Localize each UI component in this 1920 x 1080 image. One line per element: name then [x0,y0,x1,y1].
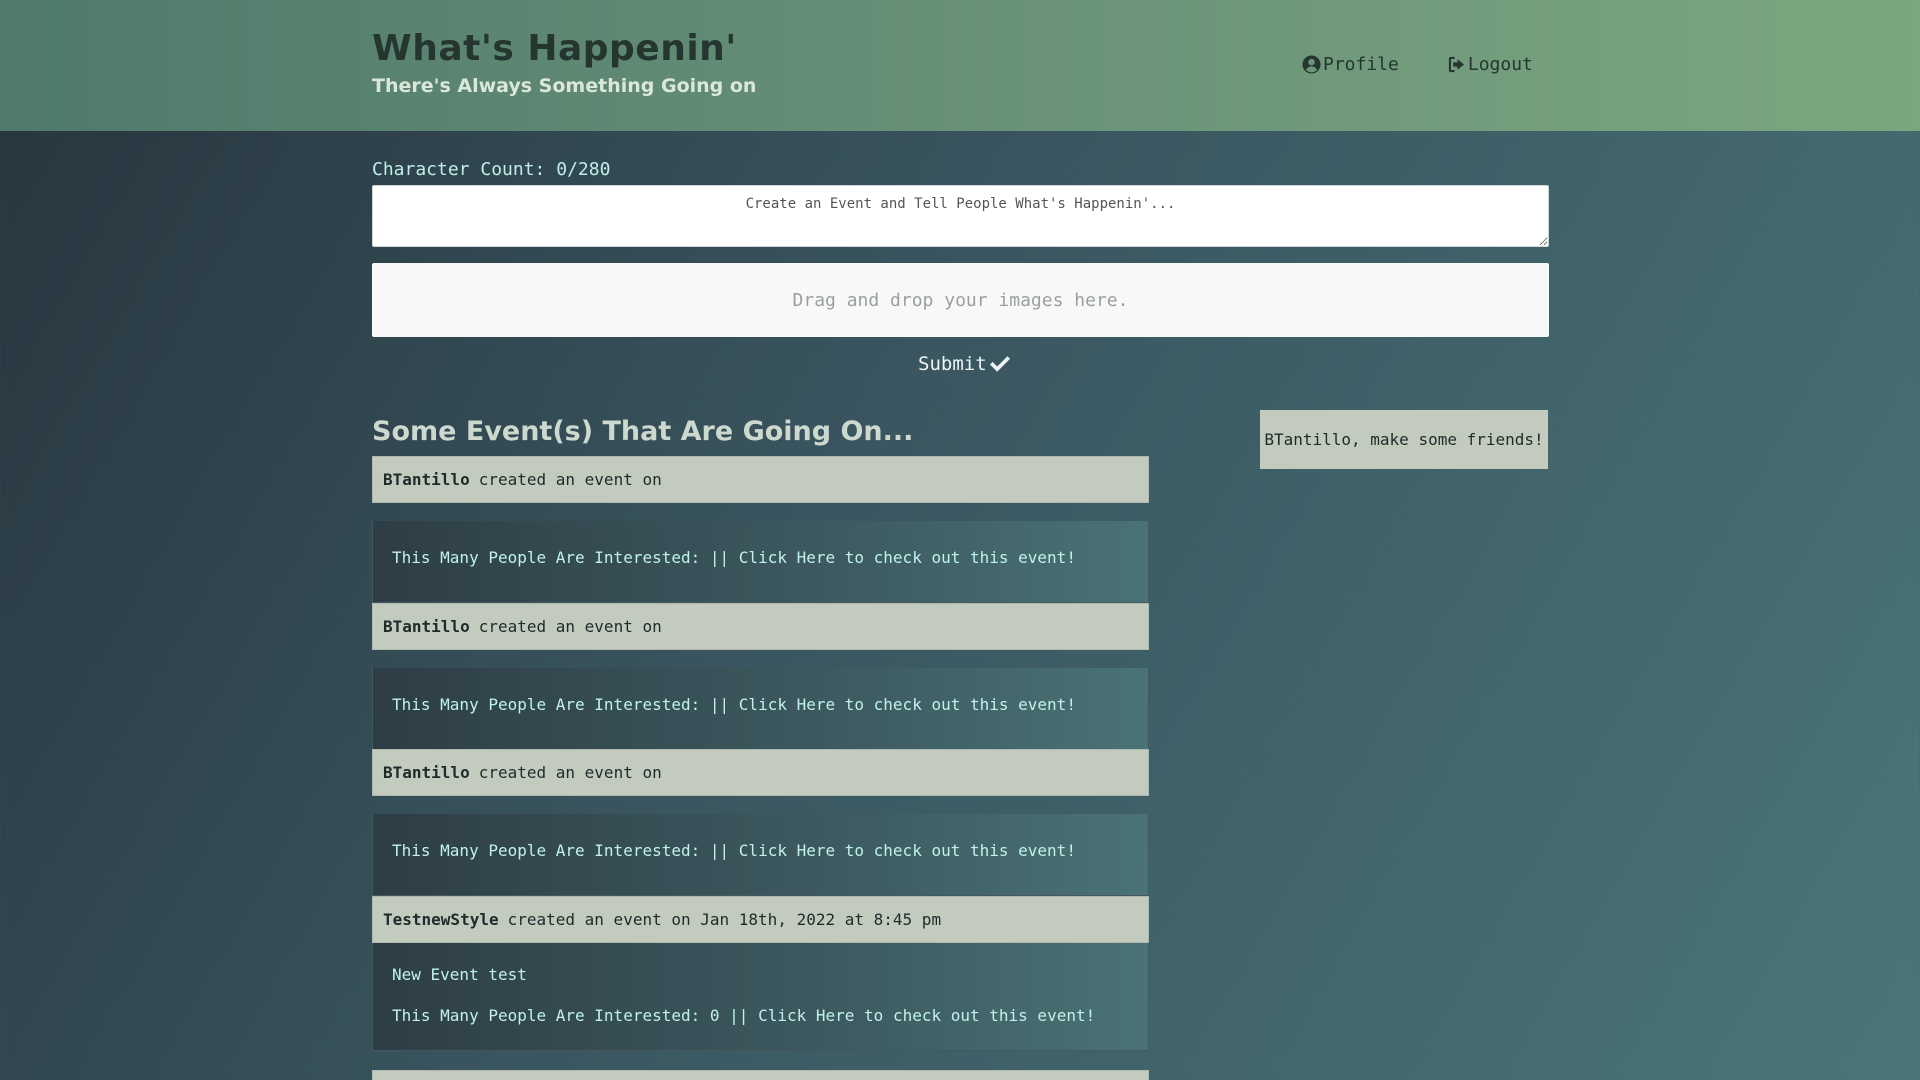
feed-heading: Some Event(s) That Are Going On... [372,416,914,447]
interest-label: This Many People Are Interested: [392,841,701,860]
event-link[interactable]: Click Here to check out this event! [739,695,1076,714]
dropzone-text: Drag and drop your images here. [792,289,1129,311]
event-card-header [372,1070,1149,1080]
interest-count: 0 [709,1006,720,1025]
character-count: Character Count: 0/280 [372,159,611,180]
profile-label: Profile [1323,54,1399,75]
event-link[interactable]: Click Here to check out this event! [739,841,1076,860]
interest-separator: || [729,1006,749,1025]
logout-link[interactable]: Logout [1447,54,1533,75]
event-card-header: TestnewStyle created an event on Jan 18t… [372,896,1149,943]
event-description [392,814,1129,834]
interest-separator: || [709,548,730,567]
event-description: New Event test [392,965,527,984]
profile-link[interactable]: Profile [1302,54,1399,75]
event-card-header: BTantillo created an event on [372,603,1149,650]
site-header: What's Happenin' There's Always Somethin… [0,0,1920,131]
event-card-header: BTantillo created an event on [372,456,1149,503]
interest-separator: || [709,841,730,860]
event-link[interactable]: Click Here to check out this event! [758,1006,1095,1025]
event-card-body: This Many People Are Interested: || Clic… [372,521,1149,603]
submit-button[interactable]: Submit [918,353,1011,375]
event-interest-line: This Many People Are Interested: || Clic… [392,548,1129,567]
event-meta: created an event on [478,617,662,636]
event-interest-line: This Many People Are Interested: 0 || Cl… [392,1006,1129,1025]
event-card-header: BTantillo created an event on [372,749,1149,796]
event-user[interactable]: BTantillo [383,470,470,489]
event-description [392,668,1129,688]
friends-panel: BTantillo, make some friends! [1260,410,1548,469]
image-dropzone[interactable]: Drag and drop your images here. [372,263,1549,337]
user-circle-icon [1302,55,1321,74]
event-text-input[interactable] [372,185,1549,247]
site-title: What's Happenin' [372,28,737,69]
event-interest-line: This Many People Are Interested: || Clic… [392,841,1129,860]
event-card-body: New Event test This Many People Are Inte… [372,943,1149,1051]
event-user[interactable]: BTantillo [383,617,470,636]
top-nav: Profile Logout [1302,54,1533,75]
event-link[interactable]: Click Here to check out this event! [739,548,1076,567]
event-meta: created an event on [478,470,662,489]
event-card: BTantillo created an event on This Many … [372,603,1149,750]
event-card-body: This Many People Are Interested: || Clic… [372,814,1149,896]
check-icon [989,356,1010,372]
interest-label: This Many People Are Interested: [392,1006,701,1025]
event-card: BTantillo created an event on This Many … [372,749,1149,896]
event-description [392,521,1129,541]
site-subtitle: There's Always Something Going on [372,75,757,97]
event-meta: created an event on Jan 18th, 2022 at 8:… [507,910,942,929]
logout-label: Logout [1467,54,1533,75]
event-user[interactable]: BTantillo [383,763,470,782]
event-card: BTantillo created an event on This Many … [372,456,1149,603]
interest-separator: || [709,695,730,714]
sign-out-icon [1448,56,1464,73]
event-card: TestnewStyle created an event on Jan 18t… [372,896,1149,1051]
event-meta: created an event on [478,763,662,782]
event-user[interactable]: TestnewStyle [383,910,499,929]
interest-label: This Many People Are Interested: [392,548,701,567]
submit-label: Submit [918,353,987,375]
interest-label: This Many People Are Interested: [392,695,701,714]
event-card-body: This Many People Are Interested: || Clic… [372,668,1149,750]
brand: What's Happenin' There's Always Somethin… [372,28,756,97]
event-card [372,1070,1149,1080]
event-interest-line: This Many People Are Interested: || Clic… [392,695,1129,714]
